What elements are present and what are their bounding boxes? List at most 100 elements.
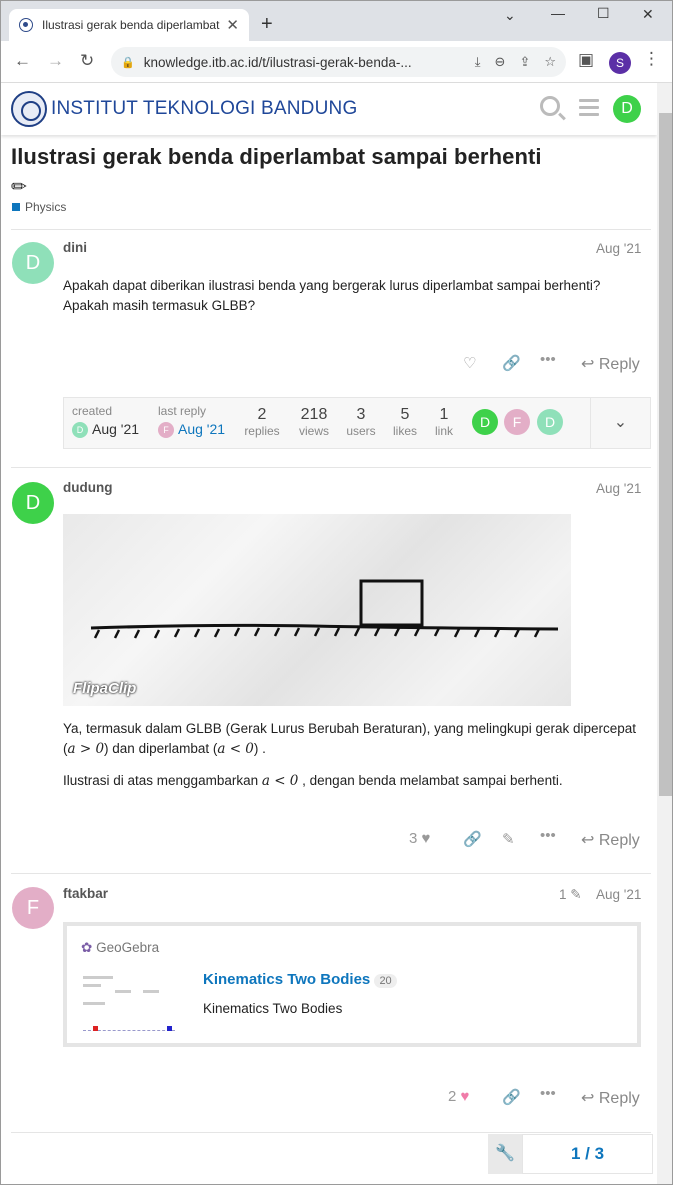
paragraph-text: ) dan diperlambat ( (104, 741, 218, 756)
edit-pencil-icon[interactable]: ✎ (502, 830, 515, 848)
like-count[interactable]: 2 ♥ (448, 1088, 469, 1105)
more-actions-icon[interactable]: ••• (540, 827, 556, 844)
post-actions: ♡ 🔗 ••• ↩ Reply (1, 351, 657, 378)
like-heart-icon[interactable]: ♥ (422, 830, 431, 847)
tab-strip: Ilustrasi gerak benda diperlambat ✕ + ⌄ … (1, 1, 672, 41)
divider (11, 467, 651, 468)
paragraph-text: ) . (253, 741, 266, 756)
edit-title-pencil-icon[interactable]: ✏ (11, 176, 27, 199)
more-actions-icon[interactable]: ••• (540, 351, 556, 368)
reload-icon[interactable]: ↻ (80, 51, 94, 71)
reply-button[interactable]: ↩ Reply (581, 830, 640, 850)
avatar: D (72, 422, 88, 439)
math-expression: a < 0 (217, 741, 254, 757)
user-avatar[interactable]: D (613, 95, 641, 123)
like-count-value[interactable]: 3 (409, 830, 417, 847)
stat-value: 1 (439, 406, 449, 423)
stat-value: 2 (257, 406, 267, 423)
bookmark-star-icon[interactable]: ☆ (544, 54, 556, 70)
geogebra-onebox[interactable]: ✿ GeoGebra Kinematics Two Bodies 20 Kine… (63, 922, 641, 1047)
new-tab-icon[interactable]: + (261, 14, 273, 34)
profile-avatar[interactable]: S (609, 52, 631, 74)
onebox-thumbnail[interactable] (83, 972, 175, 1034)
scrollbar-thumb[interactable] (659, 113, 672, 796)
reply-label[interactable]: Reply (599, 1090, 640, 1107)
close-tab-icon[interactable]: ✕ (226, 16, 239, 34)
paragraph-text: Ya, termasuk dalam GLBB (Gerak Lurus Ber… (63, 721, 637, 736)
more-actions-icon[interactable]: ••• (540, 1085, 556, 1102)
post-paragraph: Ya, termasuk dalam GLBB (Gerak Lurus Ber… (63, 719, 648, 759)
stat-label: link (434, 424, 453, 438)
onebox-source-label[interactable]: GeoGebra (96, 940, 159, 955)
box-on-ground-sketch (90, 579, 559, 639)
paragraph-text: Ilustrasi di atas menggambarkan (63, 773, 262, 788)
post-date[interactable]: Aug '21 (596, 887, 641, 902)
minimize-icon[interactable]: — (551, 5, 565, 21)
math-expression: a < 0 (261, 773, 299, 789)
tab-search-icon[interactable]: ⌄ (504, 7, 516, 24)
stat-value: 5 (400, 406, 410, 423)
post-body: Apakah dapat diberikan ilustrasi benda y… (63, 278, 601, 313)
lock-icon[interactable]: 🔒 (121, 56, 135, 69)
copy-link-icon[interactable]: 🔗 (502, 354, 521, 372)
stat-value: 3 (356, 406, 366, 423)
browser-tab[interactable]: Ilustrasi gerak benda diperlambat ✕ (9, 9, 249, 41)
reply-label[interactable]: Reply (599, 356, 640, 373)
category-badge[interactable]: Physics (12, 200, 66, 214)
site-favicon-icon (19, 18, 33, 32)
post-date[interactable]: Aug '21 (596, 241, 641, 256)
post-progress-indicator[interactable]: 1 / 3 (522, 1134, 653, 1174)
last-reply-label: last reply (158, 404, 207, 418)
side-panel-icon[interactable]: ▣ (578, 50, 594, 70)
participant-avatar[interactable]: F (504, 409, 530, 435)
post-username[interactable]: ftakbar (63, 886, 108, 901)
edit-history[interactable]: 1 ✎ (559, 887, 582, 903)
post-date[interactable]: Aug '21 (596, 481, 641, 496)
address-bar-row: ← → ↻ 🔒 knowledge.itb.ac.id/t/ilustrasi-… (1, 41, 672, 83)
itb-logo-icon[interactable] (11, 91, 47, 127)
close-window-icon[interactable]: ✕ (642, 6, 654, 23)
liked-heart-icon[interactable]: ♥ (461, 1088, 470, 1105)
edit-count[interactable]: 1 (559, 887, 567, 902)
sketch-image[interactable]: FlipaClip (63, 514, 571, 706)
onebox-source[interactable]: ✿ GeoGebra (81, 940, 159, 956)
last-reply-stat[interactable]: last reply F Aug '21 (158, 404, 225, 439)
like-count-value[interactable]: 2 (448, 1088, 456, 1105)
post-username[interactable]: dini (63, 240, 87, 255)
url-field[interactable]: 🔒 knowledge.itb.ac.id/t/ilustrasi-gerak-… (111, 47, 566, 77)
avatar[interactable]: F (12, 887, 54, 929)
copy-link-icon[interactable]: 🔗 (502, 1088, 521, 1106)
post-username[interactable]: dudung (63, 480, 112, 495)
topic-map: created D Aug '21 last reply F Aug '21 2 re… (63, 397, 651, 449)
like-count[interactable]: 3 ♥ (409, 830, 430, 847)
browser-menu-icon[interactable]: ⋮ (643, 49, 660, 69)
search-icon[interactable] (540, 96, 560, 116)
copy-link-icon[interactable]: 🔗 (463, 830, 482, 848)
zoom-icon[interactable]: ⊖ (495, 54, 506, 70)
created-stat[interactable]: created D Aug '21 (72, 404, 139, 439)
avatar[interactable]: D (12, 242, 54, 284)
category-label[interactable]: Physics (25, 200, 66, 214)
share-icon[interactable]: ⇪ (519, 54, 530, 70)
reply-button[interactable]: ↩ Reply (581, 354, 640, 374)
reply-button[interactable]: ↩ Reply (581, 1088, 640, 1108)
install-icon[interactable]: ⤓ (475, 54, 481, 70)
site-name[interactable]: INSTITUT TEKNOLOGI BANDUNG (51, 98, 357, 120)
participant-avatar[interactable]: D (472, 409, 498, 435)
hamburger-menu-icon[interactable] (579, 99, 599, 120)
onebox-title[interactable]: Kinematics Two Bodies 20 (203, 971, 397, 988)
back-icon[interactable]: ← (14, 51, 31, 71)
reply-label[interactable]: Reply (599, 832, 640, 849)
participant-avatar[interactable]: D (537, 409, 563, 435)
avatar[interactable]: D (12, 482, 54, 524)
onebox-title-text[interactable]: Kinematics Two Bodies (203, 971, 370, 988)
maximize-icon[interactable]: ☐ (597, 5, 610, 22)
url-text[interactable]: knowledge.itb.ac.id/t/ilustrasi-gerak-be… (144, 55, 461, 70)
tab-title: Ilustrasi gerak benda diperlambat (42, 18, 220, 32)
like-heart-icon[interactable]: ♡ (463, 354, 476, 372)
edit-pencil-icon[interactable]: ✎ (570, 887, 581, 902)
stat-label: views (298, 424, 329, 438)
admin-wrench-icon[interactable]: 🔧 (488, 1134, 522, 1174)
forward-icon[interactable]: → (47, 51, 64, 71)
expand-topic-map-chevron-icon[interactable]: ⌄ (590, 398, 650, 448)
